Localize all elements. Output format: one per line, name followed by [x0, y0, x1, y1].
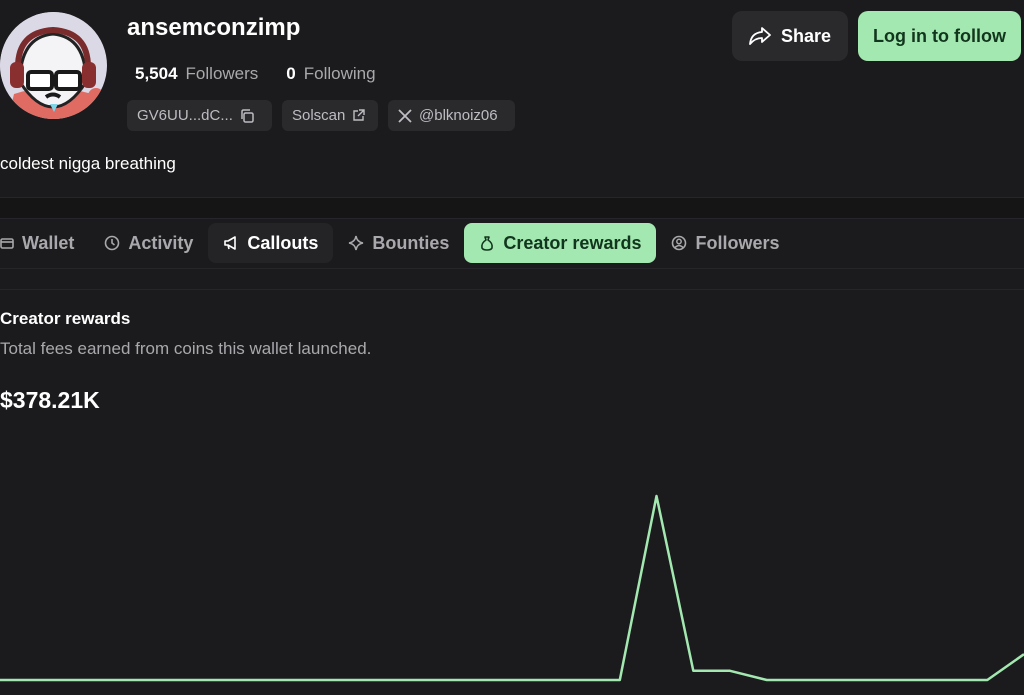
- creator-rewards-title: Creator rewards: [0, 309, 131, 328]
- tab-creator-rewards[interactable]: Creator rewards: [464, 223, 657, 263]
- tab-followers-label: Followers: [695, 232, 780, 253]
- profile-bio: coldest nigga breathing: [0, 154, 176, 173]
- profile-links: GV6UU...dC... Solscan @blknoiz06: [127, 100, 515, 131]
- wallet-icon: [0, 236, 14, 250]
- share-label: Share: [780, 25, 832, 46]
- wallet-address-chip[interactable]: GV6UU...dC...: [127, 100, 272, 131]
- profile-stats: 5,504 Followers 0 Following: [135, 64, 376, 84]
- x-logo-icon: [398, 108, 412, 123]
- tab-activity[interactable]: Activity: [89, 223, 208, 263]
- user-circle-icon: [671, 235, 687, 251]
- tab-activity-label: Activity: [128, 232, 194, 253]
- clock-icon: [104, 235, 120, 251]
- content-divider: [0, 289, 1024, 290]
- tab-wallet[interactable]: Wallet: [0, 223, 89, 263]
- wallet-address: GV6UU...dC...: [137, 107, 233, 124]
- profile-tabs: Wallet Activity Callouts Bounties Creato…: [0, 223, 794, 263]
- tab-callouts-label: Callouts: [247, 232, 319, 253]
- section-divider: [0, 197, 1024, 219]
- log-in-to-follow-button[interactable]: Log in to follow: [858, 11, 1021, 61]
- sparkle-icon: [348, 235, 364, 251]
- copy-icon[interactable]: [240, 108, 254, 123]
- following-label: Following: [303, 64, 376, 83]
- x-handle: @blknoiz06: [419, 107, 498, 124]
- tabs-divider: [0, 268, 1024, 269]
- solscan-link[interactable]: Solscan: [282, 100, 378, 131]
- rewards-line: [0, 494, 1024, 682]
- x-profile-link[interactable]: @blknoiz06: [388, 100, 515, 131]
- solscan-label: Solscan: [292, 107, 346, 124]
- followers-count: 5,504: [135, 64, 178, 83]
- followers-label: Followers: [185, 64, 259, 83]
- tab-callouts[interactable]: Callouts: [208, 223, 334, 263]
- profile-username: ansemconzimp: [127, 14, 301, 41]
- external-link-icon: [352, 109, 366, 122]
- following-count: 0: [286, 64, 296, 83]
- tab-creator-rewards-label: Creator rewards: [503, 232, 642, 253]
- followers-stat[interactable]: 5,504 Followers: [135, 64, 258, 84]
- tab-wallet-label: Wallet: [22, 232, 75, 253]
- tab-bounties-label: Bounties: [372, 232, 450, 253]
- money-bag-icon: [479, 235, 495, 251]
- creator-rewards-subtitle: Total fees earned from coins this wallet…: [0, 339, 372, 358]
- following-stat[interactable]: 0 Following: [286, 64, 375, 84]
- tab-followers[interactable]: Followers: [656, 223, 794, 263]
- tab-bounties[interactable]: Bounties: [333, 223, 464, 263]
- creator-rewards-chart: [0, 494, 1024, 682]
- share-icon: [749, 27, 771, 45]
- megaphone-icon: [223, 235, 239, 251]
- creator-rewards-total: $378.21K: [0, 387, 100, 413]
- share-button[interactable]: Share: [732, 11, 848, 61]
- profile-avatar: [0, 12, 107, 119]
